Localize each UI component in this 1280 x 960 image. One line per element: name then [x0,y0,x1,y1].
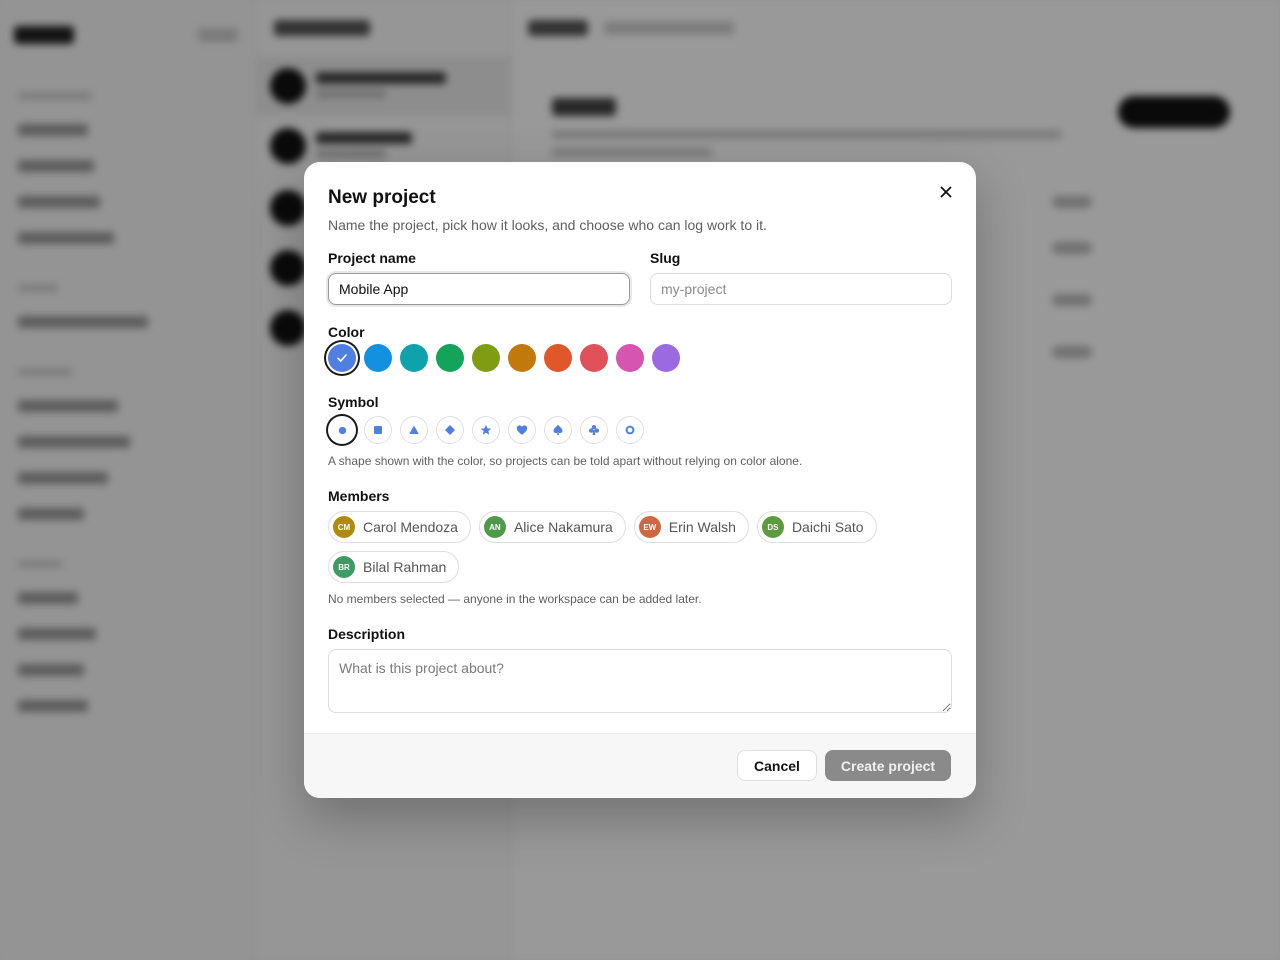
symbol-option[interactable] [544,416,572,444]
symbol-label: Symbol [328,394,379,410]
description-input[interactable] [328,649,952,713]
color-swatch[interactable] [616,344,644,372]
symbol-option[interactable] [328,416,356,444]
cancel-button[interactable]: Cancel [737,750,817,781]
check-icon [337,354,347,362]
symbol-option[interactable] [400,416,428,444]
description-label: Description [328,626,406,642]
star-icon [480,424,492,435]
dialog-footer: Cancel Create project [304,733,976,798]
avatar: EW [638,516,661,538]
heart-icon [516,425,528,435]
slug-label: Slug [650,250,681,266]
symbol-option[interactable] [364,416,392,444]
ring-icon [625,425,635,435]
color-picker [328,344,680,372]
member-name: Erin Walsh [668,519,736,535]
symbol-option[interactable] [508,416,536,444]
symbol-option[interactable] [616,416,644,444]
symbol-hint: A shape shown with the color, so project… [328,454,803,468]
symbol-option[interactable] [472,416,500,444]
color-swatch[interactable] [328,344,356,372]
color-swatch[interactable] [436,344,464,372]
club-icon [589,425,599,435]
slug-input[interactable] [650,273,952,305]
color-swatch[interactable] [580,344,608,372]
member-chip[interactable]: BR Bilal Rahman [328,551,460,583]
member-name: Bilal Rahman [363,559,447,575]
member-name: Carol Mendoza [363,519,458,535]
color-swatch[interactable] [508,344,536,372]
symbol-option[interactable] [580,416,608,444]
avatar: AN [483,516,506,538]
color-swatch[interactable] [400,344,428,372]
color-swatch[interactable] [472,344,500,372]
symbol-option[interactable] [436,416,464,444]
close-icon [940,186,952,198]
circle-icon [338,426,346,434]
symbol-picker [328,416,644,444]
new-project-dialog: New project Name the project, pick how i… [304,162,976,798]
triangle-icon [409,425,419,434]
members-label: Members [328,488,390,504]
square-icon [374,426,382,434]
color-swatch[interactable] [652,344,680,372]
members-picker: CM Carol Mendoza AN Alice Nakamura EW Erin Wa… [328,511,928,583]
member-chip[interactable]: AN Alice Nakamura [478,511,626,543]
color-swatch[interactable] [544,344,572,372]
dialog-subtitle: Name the project, pick how it looks, and… [328,217,767,233]
diamond-icon [445,425,455,435]
avatar: CM [333,516,355,538]
avatar: BR [333,556,355,578]
avatar: DS [761,516,784,538]
project-name-input[interactable] [328,273,630,305]
color-swatch[interactable] [364,344,392,372]
color-label: Color [328,324,365,340]
member-chip[interactable]: CM Carol Mendoza [328,511,471,543]
members-hint: No members selected — anyone in the work… [328,592,702,606]
member-chip[interactable]: EW Erin Walsh [633,511,749,543]
close-button[interactable] [934,180,958,204]
spade-icon [553,424,563,435]
project-name-label: Project name [328,250,416,266]
member-name: Daichi Sato [791,519,864,535]
dialog-title: New project [328,187,436,208]
member-name: Alice Nakamura [513,519,613,535]
member-chip[interactable]: DS Daichi Sato [756,511,877,543]
create-project-button[interactable]: Create project [825,750,951,781]
